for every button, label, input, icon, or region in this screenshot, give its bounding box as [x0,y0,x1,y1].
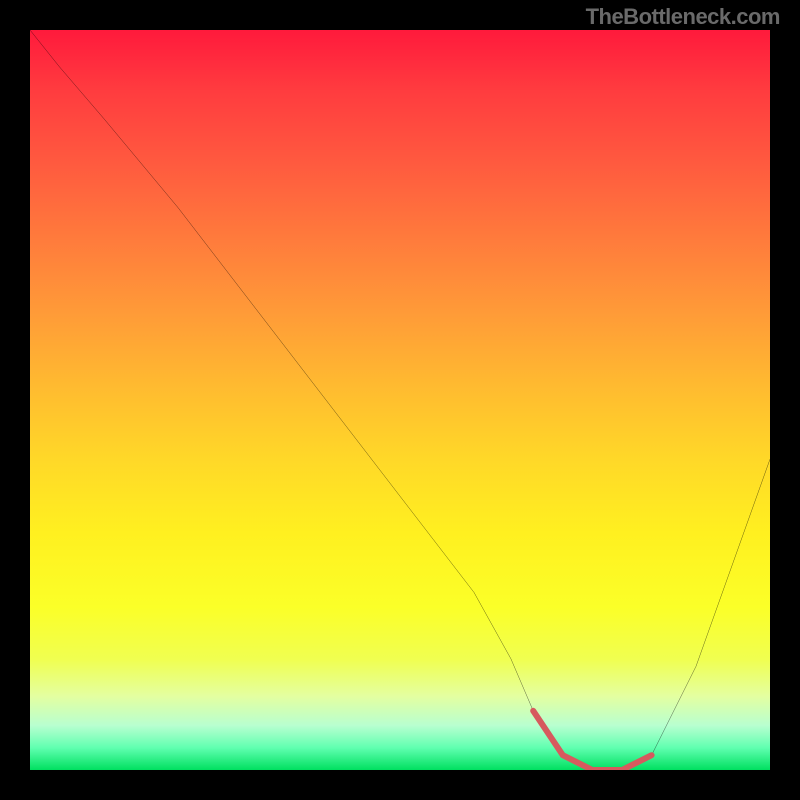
chart-curve-layer [30,30,770,770]
bottleneck-marker-path [533,711,651,770]
bottleneck-curve-path [30,30,770,770]
watermark-text: TheBottleneck.com [586,4,780,30]
chart-frame [30,30,770,770]
